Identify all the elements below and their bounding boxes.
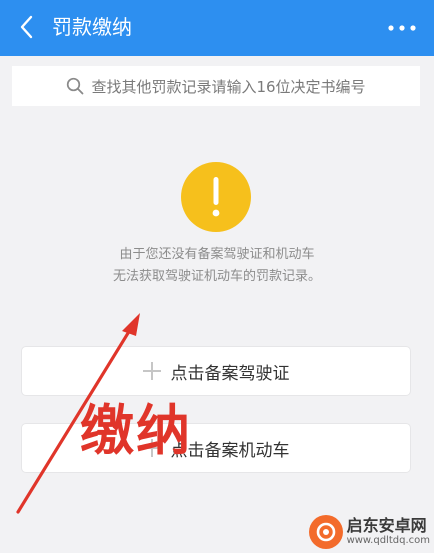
search-icon (66, 77, 84, 95)
watermark-url: www.qdltdq.com (346, 535, 430, 546)
back-button[interactable] (10, 10, 44, 44)
ellipsis-icon (388, 25, 416, 31)
chevron-left-icon (20, 15, 33, 39)
page-title: 罚款缴纳 (52, 15, 132, 39)
top-bar: 罚款缴纳 (0, 0, 434, 56)
plus-icon (142, 362, 161, 380)
register-vehicle-button[interactable]: 点击备案机动车 (22, 424, 410, 472)
notice-message: 由于您还没有备案驾驶证和机动车 无法获取驾驶证机动车的罚款记录。 (0, 244, 434, 288)
watermark-name: 启东安卓网 (346, 516, 427, 535)
site-watermark: 启东安卓网 www.qdltdq.com (308, 515, 430, 549)
plus-icon (142, 439, 161, 457)
search-bar[interactable]: 查找其他罚款记录请输入16位决定书编号 (12, 66, 420, 106)
search-placeholder: 查找其他罚款记录请输入16位决定书编号 (91, 77, 366, 96)
watermark-logo-icon (308, 515, 343, 549)
register-vehicle-label: 点击备案机动车 (170, 440, 290, 461)
more-button[interactable] (386, 15, 418, 41)
register-license-button[interactable]: 点击备案驾驶证 (22, 347, 410, 395)
notice-line-2: 无法获取驾驶证机动车的罚款记录。 (112, 269, 321, 284)
exclamation-icon (212, 177, 220, 217)
notice-line-1: 由于您还没有备案驾驶证和机动车 (119, 247, 315, 262)
register-license-label: 点击备案驾驶证 (170, 363, 290, 384)
warning-badge (181, 162, 251, 232)
